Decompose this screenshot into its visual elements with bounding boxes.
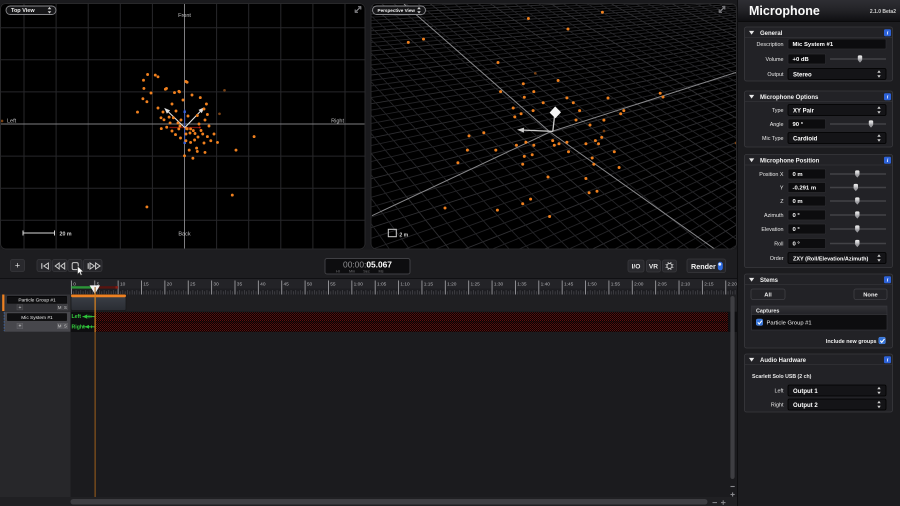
- svg-text:00:00:05.067: 00:00:05.067: [343, 260, 392, 270]
- svg-text:1:30: 1:30: [494, 282, 504, 288]
- svg-text:XY Pair: XY Pair: [793, 108, 815, 114]
- svg-text:Output 2: Output 2: [793, 403, 818, 409]
- svg-text:M: M: [58, 305, 62, 310]
- svg-text:1:55: 1:55: [611, 282, 621, 288]
- svg-text:0 m: 0 m: [793, 199, 803, 205]
- svg-text:40: 40: [260, 282, 266, 288]
- svg-text:Azimuth: Azimuth: [764, 213, 783, 219]
- svg-text:+: +: [15, 261, 20, 271]
- svg-text:1:05: 1:05: [377, 282, 387, 288]
- svg-text:0 °: 0 °: [793, 227, 801, 233]
- svg-text:Output 1: Output 1: [793, 389, 818, 395]
- svg-text:2 m: 2 m: [400, 232, 409, 238]
- svg-text:20 m: 20 m: [60, 231, 72, 237]
- svg-text:S: S: [64, 324, 67, 329]
- svg-text:Mic System #1: Mic System #1: [793, 42, 834, 48]
- svg-text:25: 25: [190, 282, 196, 288]
- svg-text:Roll: Roll: [774, 242, 783, 248]
- svg-text:1:50: 1:50: [587, 282, 597, 288]
- svg-text:Order: Order: [770, 256, 784, 262]
- svg-text:1:35: 1:35: [517, 282, 527, 288]
- svg-text:Sec: Sec: [363, 270, 370, 274]
- svg-text:Mic Type: Mic Type: [762, 136, 783, 142]
- svg-text:+: +: [18, 324, 21, 330]
- svg-text:Scarlett Solo USB (2 ch): Scarlett Solo USB (2 ch): [752, 374, 812, 380]
- svg-text:1:10: 1:10: [400, 282, 410, 288]
- svg-text:Mic System #1: Mic System #1: [21, 315, 53, 321]
- svg-text:0 °: 0 °: [793, 213, 801, 219]
- svg-text:1:45: 1:45: [564, 282, 574, 288]
- svg-text:+: +: [18, 305, 21, 311]
- svg-text:2:15: 2:15: [704, 282, 714, 288]
- svg-text:15: 15: [143, 282, 149, 288]
- svg-text:Right: Right: [771, 403, 784, 409]
- svg-text:General: General: [760, 31, 783, 37]
- svg-text:1:15: 1:15: [424, 282, 434, 288]
- svg-text:None: None: [863, 293, 878, 299]
- svg-text:Microphone: Microphone: [749, 4, 820, 18]
- svg-text:Elevation: Elevation: [761, 227, 783, 233]
- svg-text:1:00: 1:00: [354, 282, 364, 288]
- svg-text:Left: Left: [72, 314, 82, 320]
- svg-text:50: 50: [307, 282, 313, 288]
- svg-text:Audio Hardware: Audio Hardware: [760, 358, 807, 364]
- svg-text:All: All: [764, 293, 772, 299]
- svg-text:1:25: 1:25: [470, 282, 480, 288]
- svg-text:1:40: 1:40: [541, 282, 551, 288]
- svg-text:30: 30: [213, 282, 219, 288]
- svg-text:Volume: Volume: [766, 57, 784, 63]
- svg-text:10: 10: [120, 282, 126, 288]
- svg-text:Ms: Ms: [378, 270, 383, 274]
- svg-text:Right: Right: [72, 324, 86, 330]
- svg-text:Output: Output: [767, 72, 784, 78]
- svg-text:Microphone Position: Microphone Position: [760, 158, 820, 164]
- svg-text:M: M: [58, 324, 62, 329]
- svg-text:+0 dB: +0 dB: [793, 57, 809, 63]
- svg-text:Captures: Captures: [756, 308, 779, 314]
- svg-text:ZXY (Roll/Elevation/Azimuth): ZXY (Roll/Elevation/Azimuth): [793, 256, 869, 262]
- svg-text:Particle Group #1: Particle Group #1: [767, 321, 812, 327]
- svg-text:VR: VR: [649, 264, 658, 271]
- svg-text:Cardioid: Cardioid: [793, 136, 818, 142]
- svg-text:Front: Front: [178, 13, 191, 19]
- svg-text:2:05: 2:05: [657, 282, 667, 288]
- svg-text:Stereo: Stereo: [793, 72, 812, 78]
- svg-text:Min: Min: [349, 270, 355, 274]
- svg-text:2:20: 2:20: [728, 282, 738, 288]
- svg-text:Render: Render: [691, 262, 716, 271]
- svg-text:Description: Description: [757, 42, 784, 48]
- svg-text:Y: Y: [780, 186, 784, 192]
- svg-text:Include new groups: Include new groups: [826, 339, 877, 345]
- svg-text:Stems: Stems: [760, 278, 779, 284]
- svg-text:I/O: I/O: [632, 264, 641, 271]
- svg-text:Type: Type: [772, 108, 784, 114]
- svg-text:0 m: 0 m: [793, 172, 803, 178]
- svg-text:Perspective View: Perspective View: [378, 8, 416, 13]
- svg-text:55: 55: [330, 282, 336, 288]
- svg-text:Top View: Top View: [11, 8, 35, 14]
- svg-text:20: 20: [167, 282, 173, 288]
- svg-text:0 °: 0 °: [793, 242, 801, 248]
- svg-text:90 °: 90 °: [793, 122, 804, 128]
- svg-text:-0.291 m: -0.291 m: [793, 186, 817, 192]
- svg-text:Left: Left: [775, 389, 784, 395]
- svg-text:Microphone Options: Microphone Options: [760, 95, 819, 101]
- svg-text:2:00: 2:00: [634, 282, 644, 288]
- svg-text:Back: Back: [178, 232, 190, 238]
- svg-text:Angle: Angle: [770, 122, 784, 128]
- svg-text:Position X: Position X: [759, 172, 784, 178]
- svg-text:2:10: 2:10: [681, 282, 691, 288]
- svg-text:45: 45: [284, 282, 290, 288]
- svg-text:Left: Left: [7, 118, 17, 124]
- svg-text:2.1.0 Beta2: 2.1.0 Beta2: [870, 9, 896, 15]
- svg-text:S: S: [64, 305, 67, 310]
- svg-text:1:20: 1:20: [447, 282, 457, 288]
- svg-text:Right: Right: [331, 118, 344, 124]
- svg-text:Particle Group #1: Particle Group #1: [18, 298, 56, 304]
- svg-text:35: 35: [237, 282, 243, 288]
